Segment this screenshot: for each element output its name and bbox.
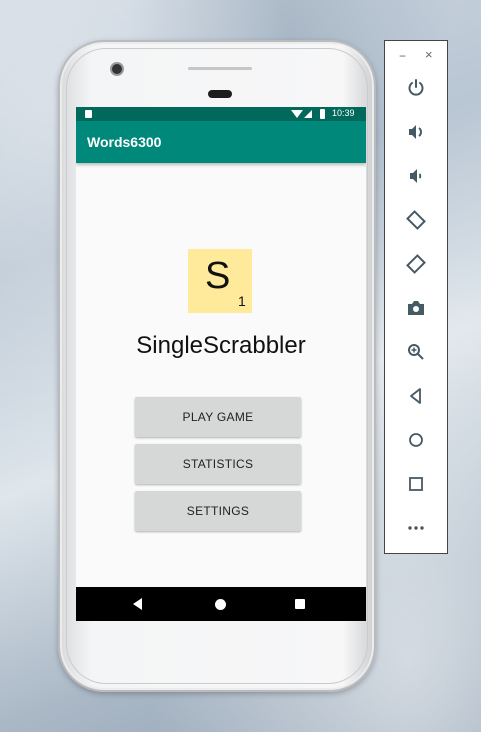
device-screen: 10:39 Words6300 S 1 SingleScrabbler PLAY…: [76, 107, 366, 621]
tile-score: 1: [238, 293, 246, 309]
close-button[interactable]: ×: [425, 47, 433, 62]
camera-icon[interactable]: [402, 294, 430, 322]
app-bar: Words6300: [76, 121, 366, 163]
rotate-left-icon[interactable]: [402, 206, 430, 234]
volume-down-icon[interactable]: [402, 162, 430, 190]
power-icon[interactable]: [402, 74, 430, 102]
zoom-icon[interactable]: [402, 338, 430, 366]
app-name-heading: SingleScrabbler: [136, 332, 306, 359]
logo-tile: S 1: [188, 249, 252, 313]
volume-up-icon[interactable]: [402, 118, 430, 146]
nav-home-icon[interactable]: [215, 599, 226, 610]
front-camera: [112, 64, 122, 74]
battery-icon: [320, 109, 325, 119]
sensor-line: [188, 67, 252, 70]
wifi-icon: [291, 110, 303, 118]
status-bar: 10:39: [76, 107, 366, 121]
home-icon[interactable]: [402, 426, 430, 454]
signal-icon: [304, 110, 312, 118]
nav-recents-icon[interactable]: [295, 599, 305, 609]
app-bar-title: Words6300: [87, 134, 162, 150]
more-icon[interactable]: [402, 514, 430, 542]
nav-back-icon[interactable]: [133, 598, 142, 610]
statistics-button[interactable]: STATISTICS: [135, 444, 301, 484]
navigation-bar: [76, 587, 366, 621]
settings-button[interactable]: SETTINGS: [135, 491, 301, 531]
emulator-phone-frame: 10:39 Words6300 S 1 SingleScrabbler PLAY…: [58, 40, 376, 692]
back-icon[interactable]: [402, 382, 430, 410]
play-game-button[interactable]: PLAY GAME: [135, 397, 301, 437]
rotate-right-icon[interactable]: [402, 250, 430, 278]
sd-card-icon: [85, 110, 92, 118]
tile-letter: S: [205, 255, 231, 297]
overview-icon[interactable]: [402, 470, 430, 498]
emulator-toolbar: − ×: [384, 40, 448, 554]
earpiece-speaker: [208, 90, 232, 98]
minimize-button[interactable]: −: [399, 49, 406, 63]
status-clock: 10:39: [332, 108, 355, 118]
